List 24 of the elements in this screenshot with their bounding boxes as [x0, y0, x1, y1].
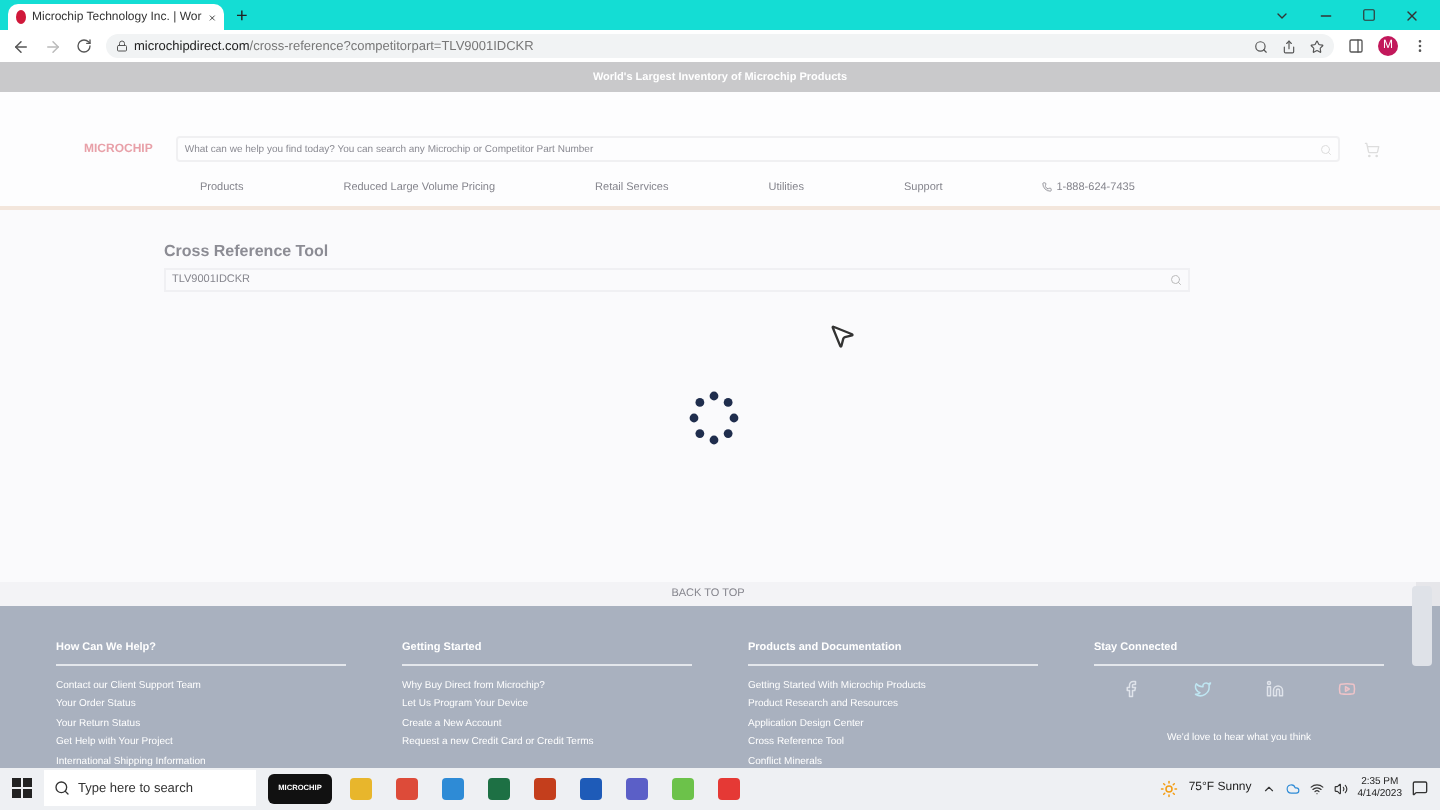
chevron-up-icon[interactable] [1261, 781, 1276, 796]
new-tab-button[interactable]: + [236, 4, 248, 30]
restore-icon[interactable] [1362, 8, 1376, 22]
share-icon[interactable] [1282, 39, 1296, 54]
lock-icon [116, 40, 128, 53]
site-favicon-icon [16, 10, 26, 24]
windows-start-icon[interactable] [12, 778, 32, 799]
cloud-icon[interactable] [1285, 781, 1300, 796]
close-icon[interactable] [207, 11, 216, 23]
search-icon [54, 780, 70, 797]
side-panel-icon[interactable] [1348, 38, 1364, 55]
page-title: Cross Reference Tool [164, 241, 331, 260]
back-icon[interactable] [12, 37, 30, 56]
notifications-icon[interactable] [1412, 780, 1428, 797]
speaker-icon[interactable] [1333, 781, 1348, 796]
close-icon[interactable] [1404, 7, 1420, 23]
phone-icon [1042, 182, 1053, 193]
star-icon[interactable] [1310, 39, 1324, 54]
wifi-icon[interactable] [1309, 781, 1324, 796]
mouse-pointer-icon [828, 321, 856, 350]
search-icon[interactable] [1254, 39, 1268, 54]
reload-icon[interactable] [76, 38, 92, 55]
weather-icon [1160, 779, 1179, 798]
loading-spinner-icon [688, 389, 740, 446]
